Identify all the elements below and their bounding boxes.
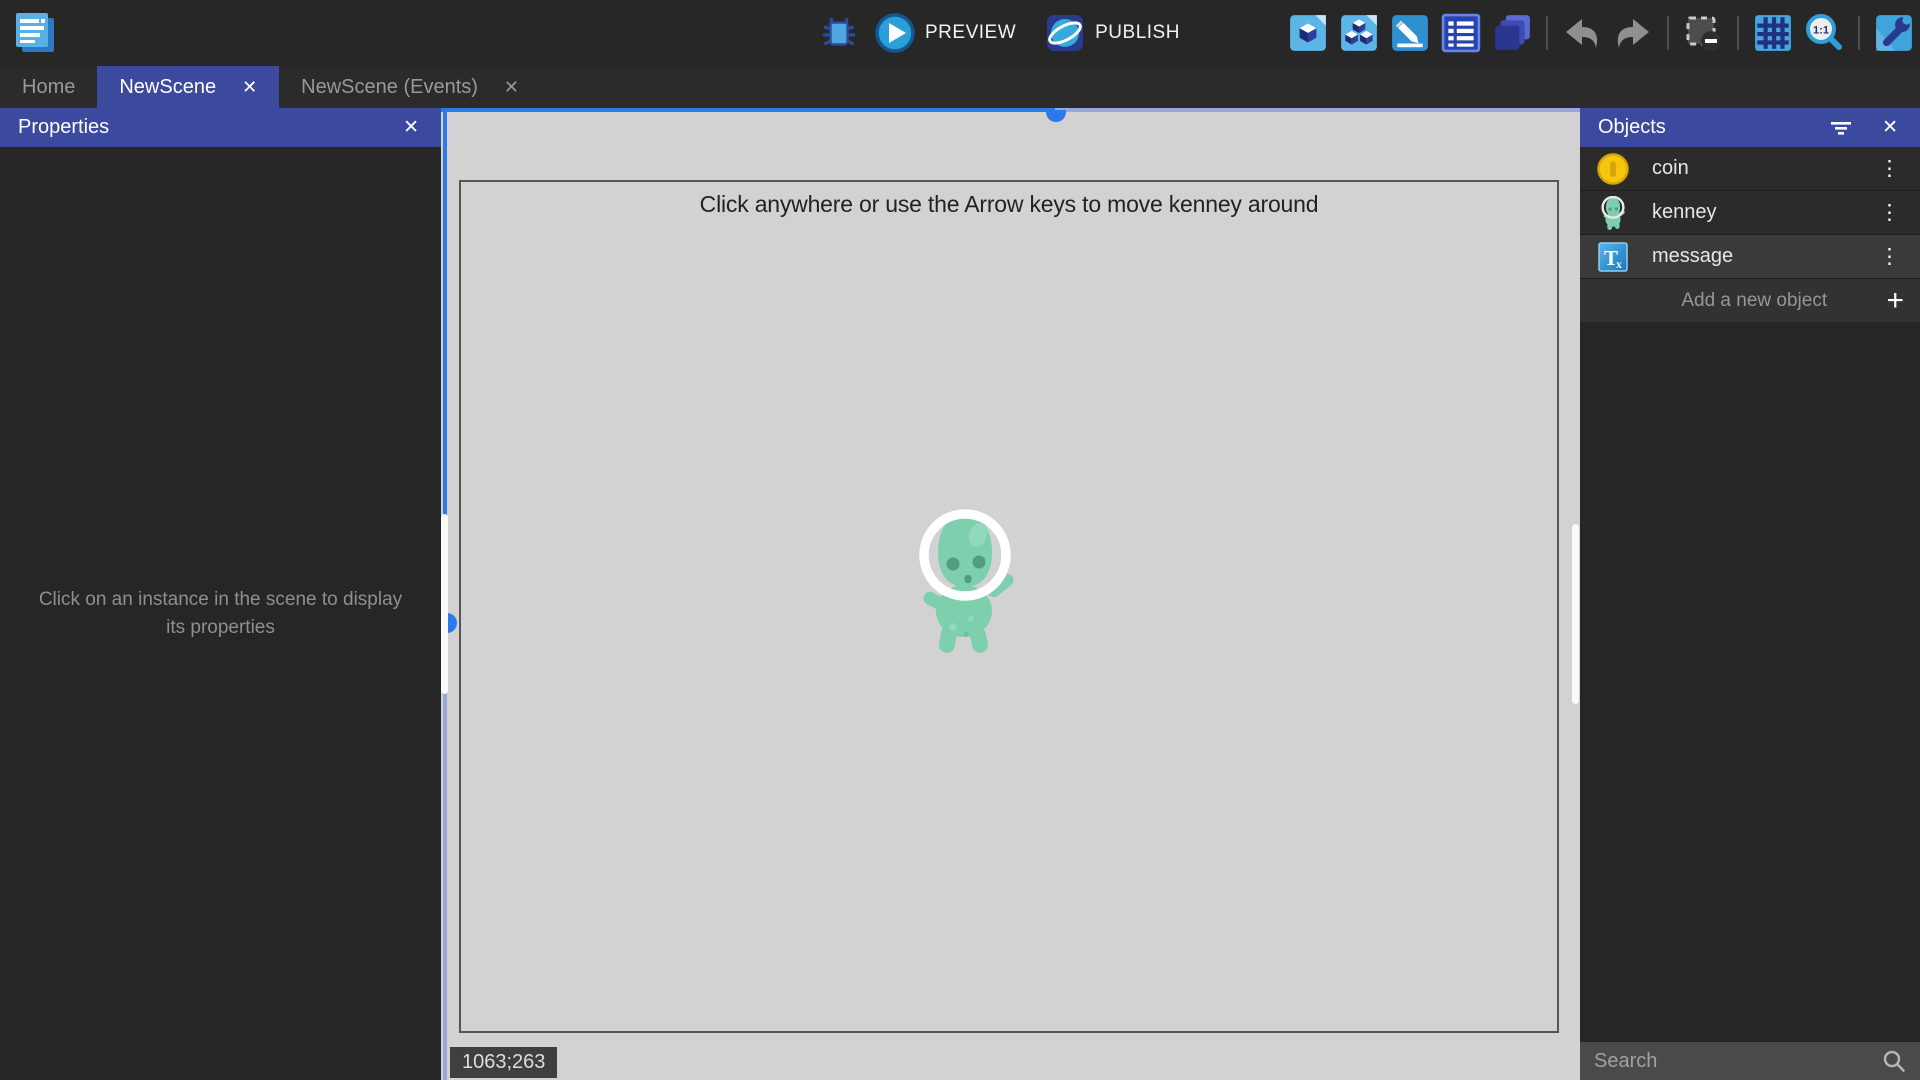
edit-scene-icon[interactable] — [1390, 13, 1430, 53]
toolbar-divider — [1546, 16, 1548, 50]
search-icon — [1882, 1049, 1906, 1073]
preview-label: PREVIEW — [925, 22, 1016, 44]
canvas-selection-top-border — [441, 108, 1580, 112]
tab-bar: Home NewScene ✕ NewScene (Events) ✕ — [0, 66, 1920, 108]
close-icon[interactable]: ✕ — [399, 116, 423, 139]
grid-icon[interactable] — [1753, 13, 1793, 53]
preview-play-icon — [874, 12, 916, 54]
properties-header: Properties ✕ — [0, 108, 441, 147]
object-menu-icon[interactable]: ⋮ — [1875, 200, 1904, 225]
object-icon[interactable] — [1288, 13, 1328, 53]
object-name: kenney — [1652, 201, 1717, 224]
object-menu-icon[interactable]: ⋮ — [1875, 156, 1904, 181]
object-row-message[interactable]: T x message ⋮ — [1580, 235, 1920, 279]
close-icon[interactable]: ✕ — [1878, 116, 1902, 139]
object-row-kenney[interactable]: kenney ⋮ — [1580, 191, 1920, 235]
scene-canvas[interactable]: Click anywhere or use the Arrow keys to … — [441, 108, 1580, 1080]
deselect-icon[interactable] — [1683, 13, 1723, 53]
tab-newscene[interactable]: NewScene ✕ — [97, 66, 279, 108]
cursor-coordinates: 1063;263 — [450, 1047, 557, 1078]
undo-icon[interactable] — [1562, 13, 1602, 53]
filter-icon[interactable] — [1830, 120, 1852, 136]
preview-button[interactable]: PREVIEW — [874, 12, 1016, 54]
object-group-icon[interactable] — [1339, 13, 1379, 53]
properties-panel: Properties ✕ Click on an instance in the… — [0, 108, 441, 1080]
tab-newscene-events[interactable]: NewScene (Events) ✕ — [279, 66, 541, 108]
project-manager-icon[interactable] — [10, 8, 60, 58]
scene-hint-text[interactable]: Click anywhere or use the Arrow keys to … — [461, 191, 1557, 218]
objects-list: coin ⋮ kenney — [1580, 147, 1920, 279]
toolbar-divider — [1667, 16, 1669, 50]
close-tab-icon[interactable]: ✕ — [242, 77, 257, 98]
search-input[interactable] — [1594, 1050, 1882, 1073]
kenney-instance[interactable] — [903, 507, 1027, 659]
properties-empty-message: Click on an instance in the scene to dis… — [0, 147, 441, 1080]
scene-settings-icon[interactable] — [1874, 13, 1914, 53]
object-name: coin — [1652, 157, 1689, 180]
redo-icon[interactable] — [1613, 13, 1653, 53]
canvas-scrollbar-right[interactable] — [1572, 524, 1579, 704]
properties-title: Properties — [18, 116, 109, 139]
plus-icon[interactable]: + — [1886, 286, 1904, 316]
canvas-scrollbar-left[interactable] — [441, 514, 448, 694]
close-tab-icon[interactable]: ✕ — [504, 77, 519, 98]
layers-icon[interactable] — [1492, 13, 1532, 53]
object-menu-icon[interactable]: ⋮ — [1875, 244, 1904, 269]
text-object-icon: T x — [1596, 240, 1630, 274]
publish-label: PUBLISH — [1095, 22, 1180, 44]
toolbar-divider — [1737, 16, 1739, 50]
object-name: message — [1652, 245, 1733, 268]
publish-globe-icon — [1044, 12, 1086, 54]
publish-button[interactable]: PUBLISH — [1044, 12, 1180, 54]
objects-title: Objects — [1598, 116, 1666, 139]
add-object-label: Add a new object — [1596, 290, 1886, 312]
top-toolbar: PREVIEW PUBLISH — [0, 0, 1920, 66]
resize-handle-top[interactable] — [1046, 110, 1066, 122]
object-row-coin[interactable]: coin ⋮ — [1580, 147, 1920, 191]
scene-toolbar-icons: 1:1 — [1288, 0, 1914, 66]
objects-header: Objects ✕ — [1580, 108, 1920, 147]
tab-home[interactable]: Home — [0, 66, 97, 108]
debugger-icon[interactable] — [820, 14, 858, 52]
preview-publish-group: PREVIEW PUBLISH — [820, 0, 1180, 66]
instances-list-icon[interactable] — [1441, 13, 1481, 53]
objects-panel: Objects ✕ coin ⋮ — [1580, 108, 1920, 1080]
objects-search-bar — [1580, 1042, 1920, 1080]
kenney-icon — [1596, 196, 1630, 230]
zoom-ratio-label: 1:1 — [1813, 25, 1829, 37]
toolbar-divider — [1858, 16, 1860, 50]
coin-icon — [1596, 152, 1630, 186]
text-icon-x: x — [1616, 257, 1622, 271]
add-object-button[interactable]: Add a new object + — [1580, 279, 1920, 322]
zoom-original-icon[interactable]: 1:1 — [1804, 13, 1844, 53]
